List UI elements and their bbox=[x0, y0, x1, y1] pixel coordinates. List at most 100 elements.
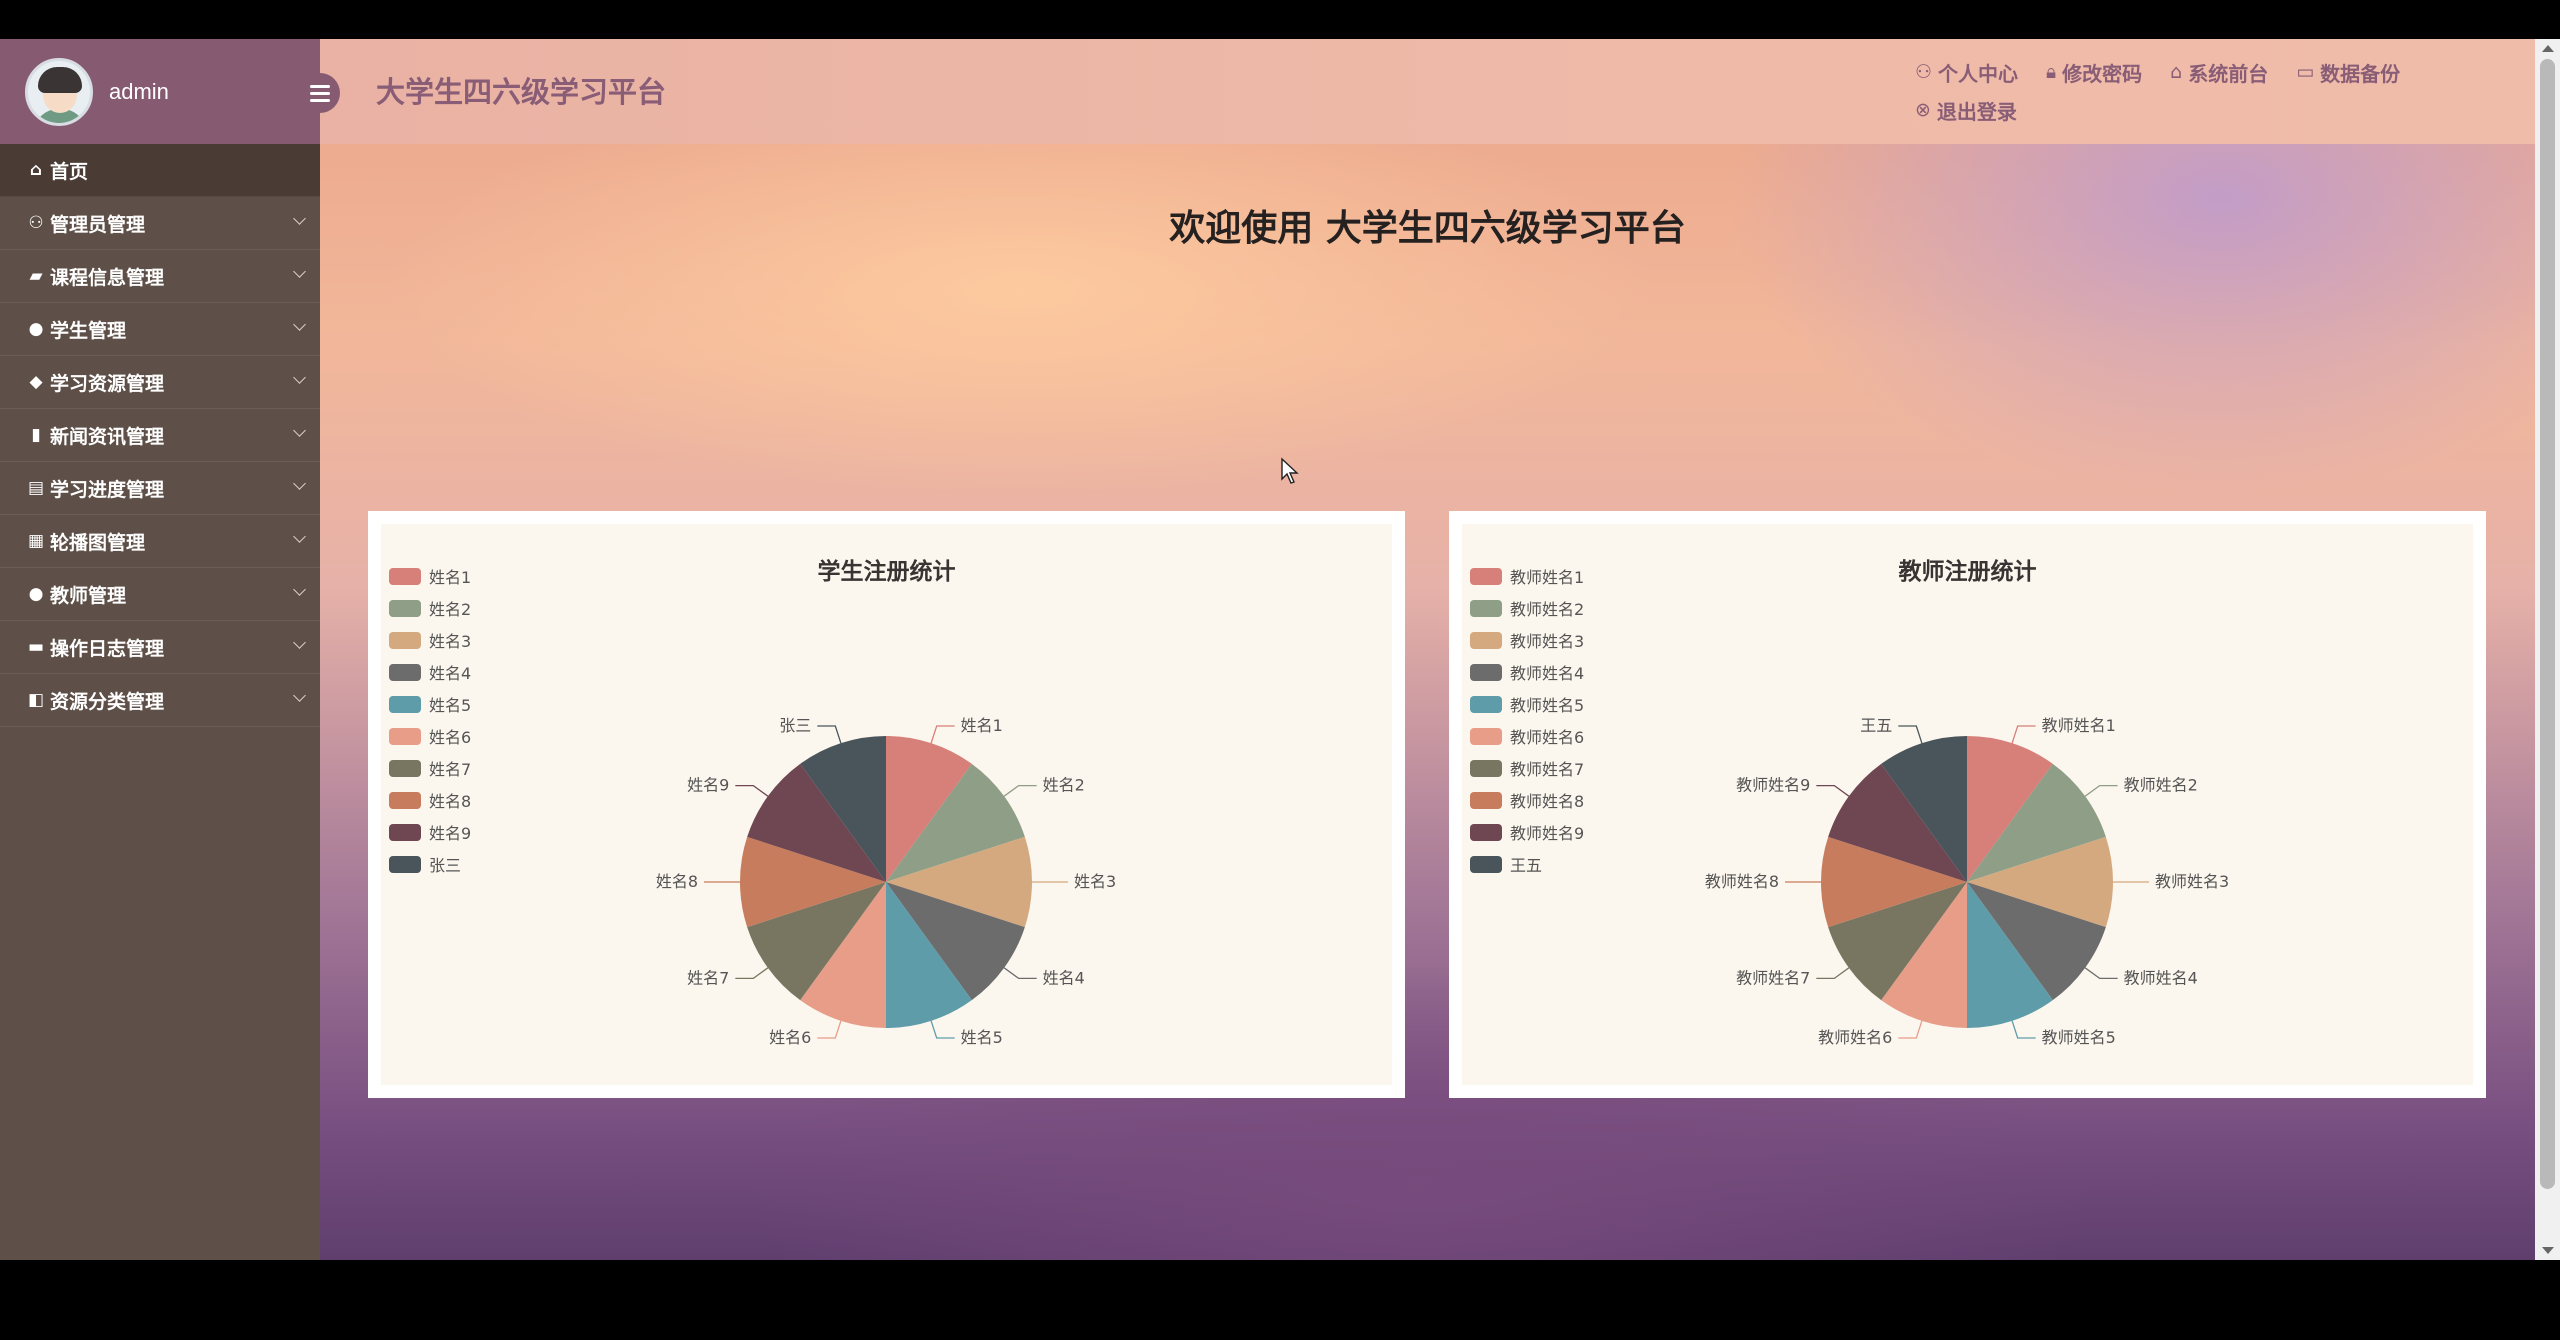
slice-label: 教师姓名4 bbox=[2124, 968, 2198, 987]
sidebar-item-home[interactable]: ⌂ 首页 bbox=[0, 144, 320, 197]
legend-item[interactable]: 姓名3 bbox=[389, 624, 471, 656]
sidebar-item-label: 新闻资讯管理 bbox=[50, 425, 165, 448]
chevron-down-icon bbox=[293, 424, 306, 437]
label-leader-line bbox=[930, 725, 955, 744]
label-leader-line bbox=[1898, 725, 1923, 744]
legend-label: 姓名1 bbox=[429, 568, 472, 587]
legend-item[interactable]: 教师姓名9 bbox=[1470, 816, 1584, 848]
sidebar-item-progress[interactable]: ▤ 学习进度管理 bbox=[0, 462, 320, 515]
sidebar-item-categories[interactable]: ◧ 资源分类管理 bbox=[0, 674, 320, 727]
grid-icon: ▦ bbox=[27, 531, 45, 551]
legend-item[interactable]: 教师姓名6 bbox=[1470, 720, 1584, 752]
main-content: 大学生四六级学习平台 ⚇ 个人中心 🔒︎ 修改密码 ⌂ 系统前台 ▭ 数据备份 … bbox=[300, 39, 2535, 1260]
slice-label: 姓名3 bbox=[1074, 872, 1116, 891]
legend-item[interactable]: 姓名4 bbox=[389, 656, 471, 688]
legend-item[interactable]: 姓名9 bbox=[389, 816, 471, 848]
sidebar-item-teachers[interactable]: ● 教师管理 bbox=[0, 568, 320, 621]
profile-link[interactable]: ⚇ 个人中心 bbox=[1915, 58, 2018, 87]
scroll-up-arrow[interactable] bbox=[2542, 45, 2554, 52]
sidebar-item-resources[interactable]: ◆ 学习资源管理 bbox=[0, 356, 320, 409]
teacher-chart-panel: 教师姓名1 教师姓名2 教师姓名3 教师姓名4 教师姓名5 教师姓名6 教师姓名7 教师姓名8… bbox=[1449, 511, 2486, 1098]
scroll-down-arrow[interactable] bbox=[2542, 1247, 2554, 1254]
slice-label: 教师姓名9 bbox=[1736, 776, 1810, 795]
user-icon: ● bbox=[28, 584, 44, 604]
sidebar-item-label: 资源分类管理 bbox=[50, 690, 165, 713]
legend-item[interactable]: 张三 bbox=[389, 848, 471, 880]
app-title: 大学生四六级学习平台 bbox=[376, 75, 667, 109]
legend-item[interactable]: 姓名8 bbox=[389, 784, 471, 816]
label-leader-line bbox=[2084, 784, 2118, 797]
legend-label: 教师姓名1 bbox=[1510, 568, 1585, 587]
legend-item[interactable]: 王五 bbox=[1470, 848, 1584, 880]
change-password-link[interactable]: 🔒︎ 修改密码 bbox=[2046, 58, 2142, 87]
sidebar-item-students[interactable]: ● 学生管理 bbox=[0, 303, 320, 356]
home-icon: ⌂ bbox=[29, 160, 43, 180]
slice-label: 教师姓名8 bbox=[1705, 872, 1779, 891]
top-links-row: ⊗ 退出登录 bbox=[1915, 91, 2475, 129]
sidebar-item-admin[interactable]: ⚇ 管理员管理 bbox=[0, 197, 320, 250]
home-icon: ⌂ bbox=[2170, 61, 2183, 83]
chevron-down-icon bbox=[293, 265, 306, 278]
logout-link[interactable]: ⊗ 退出登录 bbox=[1915, 96, 2017, 125]
legend-item[interactable]: 教师姓名4 bbox=[1470, 656, 1584, 688]
legend-label: 教师姓名2 bbox=[1510, 600, 1585, 619]
chevron-down-icon bbox=[293, 689, 306, 702]
data-backup-link[interactable]: ▭ 数据备份 bbox=[2296, 58, 2400, 87]
sidebar-item-label: 教师管理 bbox=[50, 584, 127, 607]
sidebar-item-courses[interactable]: ▰ 课程信息管理 bbox=[0, 250, 320, 303]
legend-item[interactable]: 姓名5 bbox=[389, 688, 471, 720]
sidebar-item-carousel[interactable]: ▦ 轮播图管理 bbox=[0, 515, 320, 568]
student-chart-panel: 姓名1 姓名2 姓名3 姓名4 姓名5 姓名6 姓名7 姓名8 姓名9 张三 学生注册统计 姓名1… bbox=[368, 511, 1405, 1098]
slice-label: 姓名5 bbox=[961, 1028, 1003, 1047]
legend-swatch bbox=[1470, 727, 1502, 745]
legend-label: 王五 bbox=[1510, 856, 1543, 875]
legend-label: 姓名2 bbox=[429, 600, 472, 619]
sidebar-header: admin bbox=[0, 39, 320, 144]
legend-item[interactable]: 教师姓名1 bbox=[1470, 560, 1584, 592]
sidebar-item-label: 学习进度管理 bbox=[50, 478, 165, 501]
slice-label: 姓名6 bbox=[769, 1028, 811, 1047]
legend-swatch bbox=[1470, 855, 1502, 873]
panel-icon: ◧ bbox=[27, 690, 45, 710]
chevron-down-icon bbox=[293, 477, 306, 490]
sidebar-item-logs[interactable]: ▬ 操作日志管理 bbox=[0, 621, 320, 674]
hamburger-line bbox=[310, 84, 330, 88]
sidebar-item-news[interactable]: ▮ 新闻资讯管理 bbox=[0, 409, 320, 462]
legend-item[interactable]: 教师姓名3 bbox=[1470, 624, 1584, 656]
user-icon: ● bbox=[28, 319, 44, 339]
chevron-down-icon bbox=[293, 318, 306, 331]
legend-item[interactable]: 姓名6 bbox=[389, 720, 471, 752]
legend-item[interactable]: 姓名1 bbox=[389, 560, 471, 592]
chevron-down-icon bbox=[293, 530, 306, 543]
slice-label: 教师姓名3 bbox=[2155, 872, 2229, 891]
folder-icon: ▭ bbox=[2296, 61, 2315, 83]
pie-chart: 姓名1 姓名2 姓名3 姓名4 姓名5 姓名6 姓名7 姓名8 姓名9 张三 bbox=[656, 716, 1116, 1047]
label-leader-line bbox=[735, 784, 769, 797]
legend-item[interactable]: 教师姓名7 bbox=[1470, 752, 1584, 784]
student-chart: 姓名1 姓名2 姓名3 姓名4 姓名5 姓名6 姓名7 姓名8 姓名9 张三 学生注册统计 姓名1… bbox=[381, 524, 1392, 1085]
legend-item[interactable]: 姓名7 bbox=[389, 752, 471, 784]
legend-label: 张三 bbox=[429, 856, 462, 875]
teacher-chart: 教师姓名1 教师姓名2 教师姓名3 教师姓名4 教师姓名5 教师姓名6 教师姓名7 教师姓名8… bbox=[1462, 524, 2473, 1085]
menu-toggle-button[interactable] bbox=[300, 73, 340, 113]
legend-label: 教师姓名5 bbox=[1510, 696, 1585, 715]
scrollbar-thumb[interactable] bbox=[2540, 59, 2555, 1189]
legend-item[interactable]: 教师姓名5 bbox=[1470, 688, 1584, 720]
slice-label: 姓名1 bbox=[961, 716, 1003, 735]
avatar-hair bbox=[38, 66, 82, 93]
frontend-link[interactable]: ⌂ 系统前台 bbox=[2170, 58, 2268, 87]
pie-chart: 教师姓名1 教师姓名2 教师姓名3 教师姓名4 教师姓名5 教师姓名6 教师姓名7 教师姓名8… bbox=[1705, 716, 2229, 1047]
avatar[interactable] bbox=[25, 57, 93, 126]
legend-label: 教师姓名9 bbox=[1510, 824, 1585, 843]
page-scrollbar[interactable] bbox=[2535, 39, 2560, 1260]
sidebar-item-label: 管理员管理 bbox=[50, 213, 146, 236]
sidebar-item-label: 操作日志管理 bbox=[50, 637, 165, 660]
slice-label: 姓名4 bbox=[1043, 968, 1085, 987]
legend-item[interactable]: 教师姓名2 bbox=[1470, 592, 1584, 624]
user-icon: ⚇ bbox=[1915, 61, 1933, 83]
legend-item[interactable]: 教师姓名8 bbox=[1470, 784, 1584, 816]
legend-label: 姓名3 bbox=[429, 632, 472, 651]
calendar-icon: ▬ bbox=[27, 637, 45, 657]
legend-item[interactable]: 姓名2 bbox=[389, 592, 471, 624]
legend-label: 姓名4 bbox=[429, 664, 472, 683]
